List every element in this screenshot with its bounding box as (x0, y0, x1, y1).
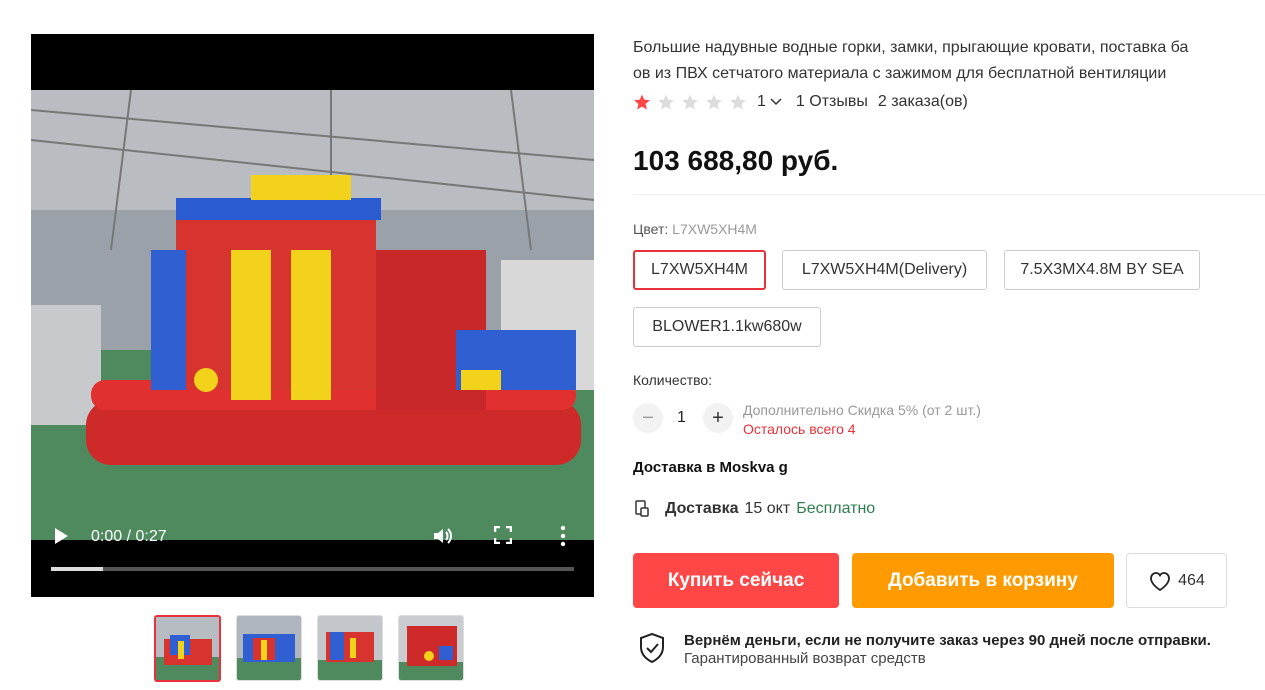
more-options-icon[interactable] (559, 525, 567, 547)
wishlist-button[interactable]: 464 (1126, 553, 1227, 608)
guarantee-title: Вернём деньги, если не получите заказ че… (684, 632, 1211, 649)
thumbnail-1[interactable] (154, 615, 221, 682)
delivery-document-icon (635, 500, 649, 517)
rating-row: 1 1 Отзывы 2 заказа(ов) (633, 93, 968, 111)
color-option-1[interactable]: L7XW5XH4M (633, 250, 766, 290)
stock-remaining: Осталось всего 4 (743, 421, 856, 437)
delivery-price: Бесплатно (796, 500, 876, 517)
ship-to-location[interactable]: Доставка в Moskva g (633, 459, 788, 476)
thumbnail-3[interactable] (317, 615, 383, 681)
product-title-line-1: Большие надувные водные горки, замки, пр… (633, 39, 1189, 56)
wishlist-count: 464 (1178, 571, 1205, 589)
play-icon[interactable] (55, 528, 68, 544)
shield-check-icon (640, 632, 664, 664)
fullscreen-icon[interactable] (494, 526, 512, 544)
thumbnail-2[interactable] (236, 615, 302, 681)
star-icon (706, 94, 722, 110)
color-option-3[interactable]: 7.5X3MX4.8M BY SEA (1004, 250, 1200, 290)
product-title: Большие надувные водные горки, замки, пр… (633, 35, 1265, 87)
orders-count: 2 заказа(ов) (877, 93, 968, 110)
product-title-line-2: ов из ПВХ сетчатого материала с зажимом … (633, 65, 1167, 82)
quantity-increase-button[interactable]: + (703, 403, 733, 433)
chevron-down-icon[interactable] (770, 98, 782, 106)
delivery-info: Доставка 15 окт Бесплатно (633, 500, 875, 518)
star-icon (682, 94, 698, 110)
delivery-label: Доставка (665, 500, 739, 517)
color-label: Цвет: L7XW5XH4M (633, 221, 757, 237)
color-label-text: Цвет: (633, 221, 669, 237)
star-icon (730, 94, 746, 110)
color-option-2[interactable]: L7XW5XH4M(Delivery) (782, 250, 987, 290)
reviews-link[interactable]: 1 Отзывы (796, 93, 868, 111)
quantity-decrease-button[interactable]: − (633, 403, 663, 433)
delivery-date: 15 окт (744, 500, 791, 517)
quantity-value[interactable]: 1 (677, 409, 686, 427)
rating-value[interactable]: 1 (757, 93, 766, 111)
star-icon (634, 94, 650, 110)
thumbnail-strip (154, 615, 464, 682)
video-progress-bar[interactable] (51, 567, 574, 571)
color-selected-value: L7XW5XH4M (672, 221, 757, 237)
guarantee-subtitle: Гарантированный возврат средств (684, 650, 926, 667)
product-price: 103 688,80 руб. (633, 145, 839, 176)
product-video[interactable]: 0:00 / 0:27 (31, 34, 594, 597)
star-icon (658, 94, 674, 110)
rating-stars (633, 93, 753, 111)
heart-icon (1150, 571, 1171, 591)
add-to-cart-button[interactable]: Добавить в корзину (852, 553, 1114, 608)
thumbnail-4[interactable] (398, 615, 464, 681)
buy-now-button[interactable]: Купить сейчас (633, 553, 839, 608)
product-video-frame (31, 90, 594, 540)
divider (633, 194, 1265, 195)
video-progress-fill (51, 567, 104, 571)
video-time: 0:00 / 0:27 (91, 528, 167, 545)
quantity-label: Количество: (633, 372, 713, 388)
volume-icon[interactable] (431, 524, 455, 548)
color-option-4[interactable]: BLOWER1.1kw680w (633, 307, 821, 347)
bulk-discount-text: Дополнительно Скидка 5% (от 2 шт.) (743, 402, 981, 418)
buyer-protection: Вернём деньги, если не получите заказ че… (638, 632, 1211, 667)
